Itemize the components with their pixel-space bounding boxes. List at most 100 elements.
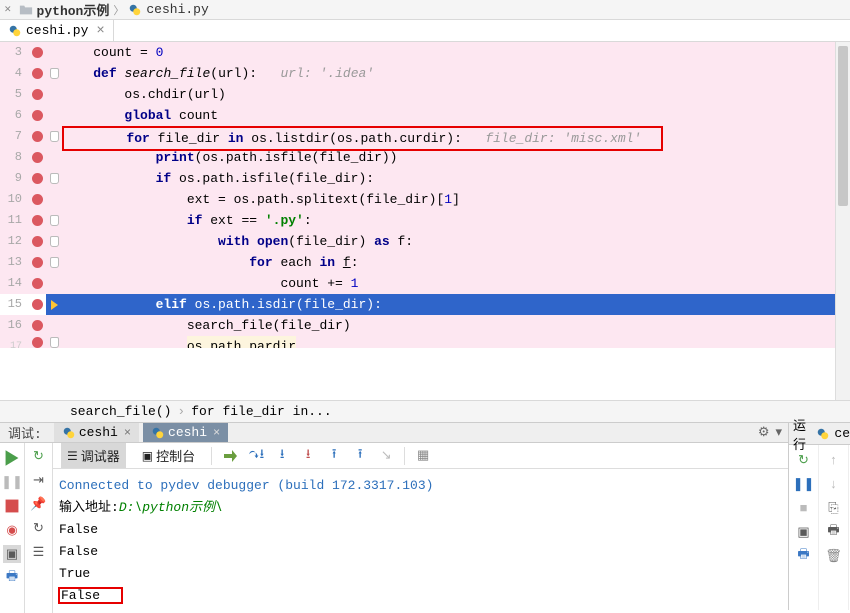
file-tab-ceshi[interactable]: ceshi.py × <box>0 20 114 41</box>
code-line[interactable]: 11 if ext == '.py': <box>0 210 850 231</box>
breakpoint-gutter[interactable] <box>28 84 46 105</box>
breakpoint-gutter[interactable] <box>28 189 46 210</box>
breakpoint-gutter[interactable] <box>28 63 46 84</box>
rerun-button[interactable]: ↻ <box>795 451 813 469</box>
debug-tab-ceshi-2[interactable]: ceshi× <box>143 423 228 442</box>
marker-gutter <box>46 273 62 294</box>
breadcrumb-dir[interactable]: python示例 <box>37 0 110 19</box>
run-config-name[interactable]: ce <box>834 426 850 441</box>
trash-button[interactable]: 🗑 <box>825 547 843 565</box>
code-line[interactable]: 12 with open(file_dir) as f: <box>0 231 850 252</box>
breakpoint-gutter[interactable] <box>28 168 46 189</box>
pause-button[interactable]: ❚❚ <box>3 473 21 491</box>
save-button[interactable]: 🖶 <box>825 523 843 541</box>
minimize-icon[interactable]: ▾ <box>775 425 782 440</box>
breakpoint-gutter[interactable] <box>28 294 46 315</box>
breadcrumb: ✕ python示例 〉 ceshi.py <box>0 0 850 20</box>
debug-console[interactable]: Connected to pydev debugger (build 172.3… <box>53 469 788 613</box>
force-step-into-button[interactable]: ⭳ <box>300 448 316 464</box>
show-exec-point-button[interactable] <box>222 448 238 464</box>
debugger-tab[interactable]: ☰ 调试器 <box>61 443 126 468</box>
step-into-button[interactable]: ⭳ <box>274 448 290 464</box>
console-output-line: False <box>59 519 782 541</box>
structure-breadcrumb: search_file() › for file_dir in... <box>0 400 850 422</box>
breakpoint-gutter[interactable] <box>28 273 46 294</box>
marker-gutter <box>46 147 62 168</box>
marker-gutter <box>46 63 62 84</box>
close-icon[interactable]: × <box>96 24 104 38</box>
pin-button[interactable]: 📌 <box>30 495 48 513</box>
breakpoint-gutter[interactable] <box>28 105 46 126</box>
close-icon[interactable]: × <box>124 426 131 440</box>
more-button[interactable]: ☰ <box>30 543 48 561</box>
line-number: 3 <box>0 42 28 63</box>
breakpoint-gutter[interactable] <box>28 210 46 231</box>
stop-button[interactable] <box>3 497 21 515</box>
settings-button[interactable]: 🖶 <box>3 569 21 587</box>
print-button[interactable]: 🖶 <box>795 547 813 565</box>
python-icon <box>816 427 830 441</box>
step-button[interactable]: ⇥ <box>30 471 48 489</box>
evaluate-button[interactable]: ▦ <box>415 448 431 464</box>
gear-icon[interactable]: ⚙ <box>758 425 770 440</box>
line-number: 11 <box>0 210 28 231</box>
code-line[interactable]: 16 search_file(file_dir) <box>0 315 850 336</box>
code-line[interactable]: 14 count += 1 <box>0 273 850 294</box>
up-button[interactable]: ↑ <box>825 451 843 469</box>
view-breakpoints-button[interactable]: ◉ <box>3 521 21 539</box>
layout-button[interactable]: ▣ <box>3 545 21 563</box>
code-line[interactable]: 13 for each in f: <box>0 252 850 273</box>
layout-button[interactable]: ▣ <box>795 523 813 541</box>
console-output-line: False <box>59 541 782 563</box>
rerun2-button[interactable]: ↻ <box>30 519 48 537</box>
code-line[interactable]: 17 os.path.pardir <box>0 336 850 348</box>
debug-tool-window: 调试: ceshi× ceshi× ⚙ ▾ ❚❚ ◉ ▣ 🖶 <box>0 422 850 610</box>
close-icon[interactable]: ✕ <box>4 5 12 15</box>
breakpoint-gutter[interactable] <box>28 336 46 348</box>
breadcrumb-file[interactable]: ceshi.py <box>146 2 208 17</box>
code-line[interactable]: 15 elif os.path.isdir(file_dir): <box>0 294 850 315</box>
code-content: for each in f: <box>62 252 850 273</box>
export-button[interactable]: ⎘ <box>825 499 843 517</box>
stop-button[interactable]: ■ <box>795 499 813 517</box>
code-editor[interactable]: 3 count = 04 def search_file(url): url: … <box>0 42 850 400</box>
breakpoint-gutter[interactable] <box>28 147 46 168</box>
step-out-button[interactable]: ⭱ <box>326 448 342 464</box>
marker-gutter <box>46 210 62 231</box>
rerun-button[interactable]: ↻ <box>30 447 48 465</box>
breakpoint-gutter[interactable] <box>28 126 46 147</box>
code-content: os.chdir(url) <box>62 84 850 105</box>
breakpoint-gutter[interactable] <box>28 252 46 273</box>
breakpoint-gutter[interactable] <box>28 231 46 252</box>
nav-function[interactable]: search_file() <box>70 404 171 419</box>
code-line[interactable]: 4 def search_file(url): url: '.idea' <box>0 63 850 84</box>
editor-tab-bar: ceshi.py × <box>0 20 850 42</box>
editor-scrollbar[interactable] <box>835 42 850 400</box>
step-over-button[interactable]: ⭳ <box>248 448 264 464</box>
debug-tab-ceshi-1[interactable]: ceshi× <box>54 423 139 442</box>
down-button[interactable]: ↓ <box>825 475 843 493</box>
code-line[interactable]: 5 os.chdir(url) <box>0 84 850 105</box>
code-line[interactable]: 9 if os.path.isfile(file_dir): <box>0 168 850 189</box>
console-tab[interactable]: ▣ 控制台 <box>136 443 201 468</box>
python-icon <box>151 426 165 440</box>
breakpoint-gutter[interactable] <box>28 42 46 63</box>
drop-frame-button[interactable]: ↘ <box>378 448 394 464</box>
pause-button[interactable]: ❚❚ <box>795 475 813 493</box>
breakpoint-gutter[interactable] <box>28 315 46 336</box>
line-number: 7 <box>0 126 28 147</box>
code-line[interactable]: 3 count = 0 <box>0 42 850 63</box>
code-line[interactable]: 8 print(os.path.isfile(file_dir)) <box>0 147 850 168</box>
code-content: count = 0 <box>62 42 850 63</box>
resume-button[interactable] <box>3 449 21 467</box>
code-line[interactable]: 10 ext = os.path.splitext(file_dir)[1] <box>0 189 850 210</box>
line-number: 13 <box>0 252 28 273</box>
line-number: 15 <box>0 294 28 315</box>
run-to-cursor-button[interactable]: ⭱ <box>352 448 368 464</box>
code-line[interactable]: 7 for file_dir in os.listdir(os.path.cur… <box>0 126 850 147</box>
debug-step-toolbar: ☰ 调试器 ▣ 控制台 ⭳ ⭳ ⭳ ⭱ ⭱ ↘ ▦ <box>53 443 788 469</box>
close-icon[interactable]: × <box>213 426 220 440</box>
nav-statement[interactable]: for file_dir in... <box>191 404 331 419</box>
scroll-thumb[interactable] <box>838 46 848 206</box>
code-line[interactable]: 6 global count <box>0 105 850 126</box>
